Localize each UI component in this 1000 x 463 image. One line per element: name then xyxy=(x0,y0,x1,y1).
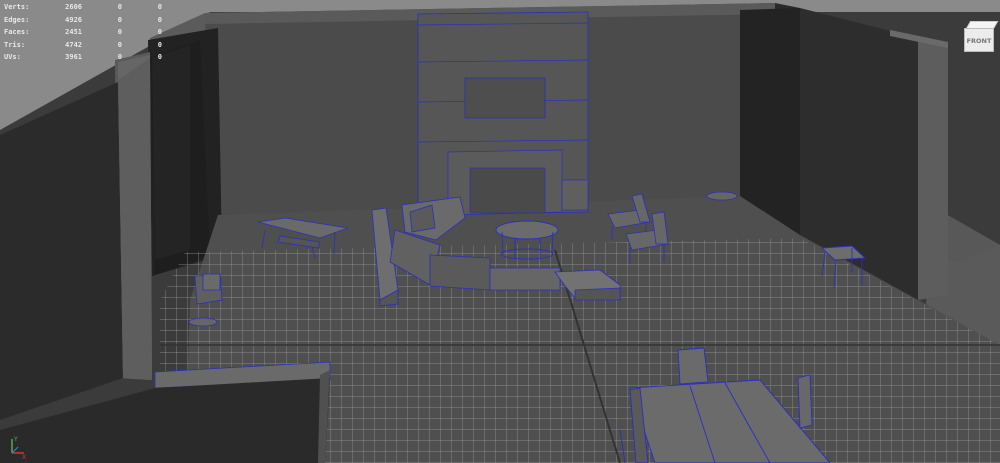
hud-row-faces: Faces: 2451 0 0 xyxy=(4,28,162,36)
hud-row-edges: Edges: 4926 0 0 xyxy=(4,15,162,24)
hud-row-uvs: UVs: 3961 0 0 xyxy=(4,53,162,61)
fireplace[interactable] xyxy=(417,11,589,216)
hud-row-verts: Verts: 2606 0 0 xyxy=(4,3,162,11)
axis-x-label: X xyxy=(22,454,26,459)
right-wall-inner xyxy=(740,8,800,235)
axis-gizmo-icon: Y X xyxy=(11,436,26,459)
viewcube-front-face[interactable]: FRONT xyxy=(964,28,994,52)
maya-viewport[interactable]: Verts: 2606 0 0 Edges: 4926 0 0 Faces: 2451 0 0 T… xyxy=(0,0,1000,463)
left-outer-wall xyxy=(0,82,123,420)
viewcube-icon[interactable]: FRONT xyxy=(962,18,999,52)
scene-3d-view[interactable] xyxy=(0,0,1000,463)
hud-row-tris: Tris: 4742 0 0 xyxy=(4,40,162,49)
poly-count-hud: Verts: 2606 0 0 Edges: 4926 0 0 Faces: 2451 0 0 T… xyxy=(4,1,162,64)
round-ottoman[interactable] xyxy=(706,191,738,201)
axis-y-label: Y xyxy=(13,436,18,443)
